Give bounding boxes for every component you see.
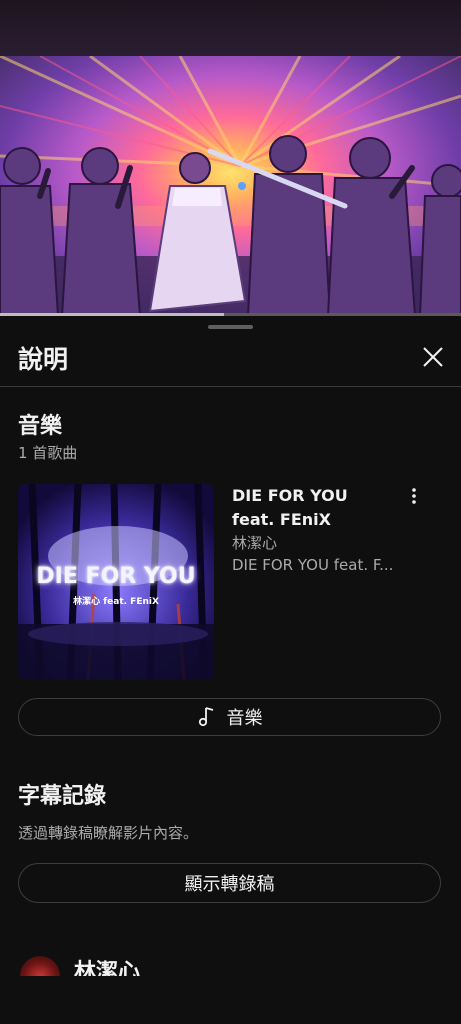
avatar — [20, 956, 60, 976]
close-button[interactable] — [418, 342, 448, 372]
channel-row[interactable]: 林潔心 — [18, 952, 441, 976]
album-art-subtitle: 林潔心 feat. FEniX — [73, 597, 159, 607]
music-note-icon — [198, 707, 213, 727]
video-player[interactable] — [0, 56, 461, 316]
song-artist: 林潔心 — [232, 534, 278, 552]
description-sheet: 說明 音樂 1 首歌曲 DIE FOR YOU 林潔心 feat. FEniX … — [0, 316, 461, 1024]
music-button[interactable]: 音樂 — [18, 698, 441, 736]
transcript-section-title: 字幕記錄 — [18, 784, 107, 809]
show-transcript-label: 顯示轉錄稿 — [184, 874, 275, 895]
channel-name: 林潔心 — [74, 960, 141, 976]
album-art-title: DIE FOR YOU — [36, 564, 196, 589]
album-art[interactable]: DIE FOR YOU 林潔心 feat. FEniX — [18, 484, 214, 680]
music-section-title: 音樂 — [18, 414, 63, 439]
song-album: DIE FOR YOU feat. F... — [232, 556, 394, 574]
video-frame-illustration — [0, 56, 461, 316]
music-song-count: 1 首歌曲 — [18, 444, 78, 462]
close-icon — [423, 347, 443, 367]
show-transcript-button[interactable]: 顯示轉錄稿 — [18, 863, 441, 903]
drag-handle[interactable] — [208, 325, 253, 329]
header-divider — [0, 386, 461, 387]
transcript-description: 透過轉錄稿瞭解影片內容。 — [18, 824, 199, 842]
song-title[interactable]: DIE FOR YOU feat. FEniX — [232, 484, 392, 532]
music-button-label: 音樂 — [226, 708, 263, 729]
more-vert-icon — [412, 488, 416, 504]
sheet-title: 說明 — [18, 345, 69, 374]
status-area — [0, 0, 461, 56]
more-options-button[interactable] — [404, 484, 424, 508]
app-screen: 說明 音樂 1 首歌曲 DIE FOR YOU 林潔心 feat. FEniX … — [0, 0, 461, 1024]
